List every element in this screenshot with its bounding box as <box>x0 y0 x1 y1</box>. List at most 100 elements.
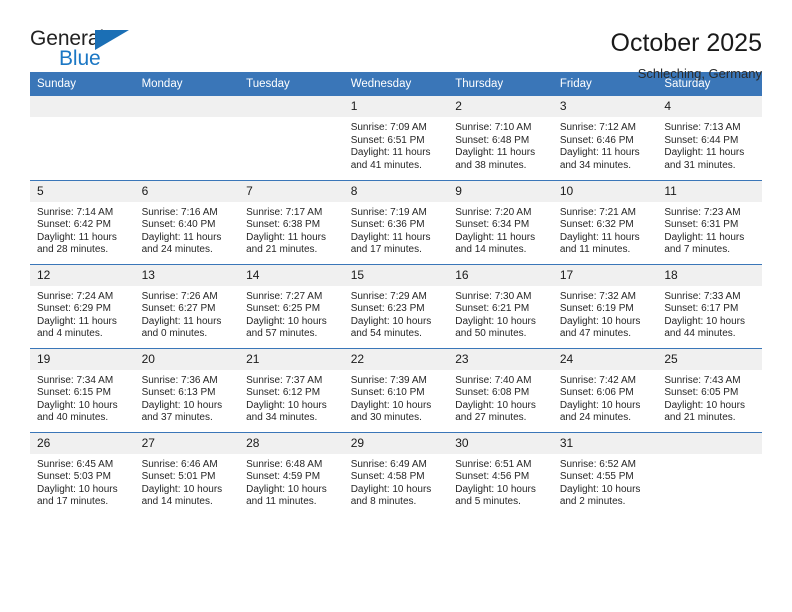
day-number: 9 <box>448 180 553 202</box>
calendar-day-cell[interactable]: 17 Sunrise: 7:32 AM Sunset: 6:19 PM Dayligh… <box>552 263 658 348</box>
sunset-text: Sunset: 6:32 PM <box>559 219 634 231</box>
calendar-day-cell[interactable]: 15 Sunrise: 7:29 AM Sunset: 6:23 PM Dayligh… <box>343 263 449 348</box>
day-number: 29 <box>343 432 449 454</box>
calendar-day-cell[interactable]: 30 Sunrise: 6:51 AM Sunset: 4:56 PM Dayligh… <box>448 431 553 516</box>
day-number: 5 <box>30 180 135 202</box>
sunrise-text: Sunrise: 7:42 AM <box>559 374 636 386</box>
calendar-day-cell[interactable]: 16 Sunrise: 7:30 AM Sunset: 6:21 PM Dayligh… <box>448 263 553 348</box>
brand-logo[interactable]: General Blue <box>30 28 150 74</box>
day-number: 18 <box>657 264 762 286</box>
sunrise-text: Sunrise: 6:52 AM <box>559 458 636 470</box>
sunset-text: Sunset: 6:19 PM <box>559 303 634 315</box>
sunrise-text: Sunrise: 7:27 AM <box>246 290 323 302</box>
sunrise-text: Sunrise: 7:12 AM <box>559 122 636 133</box>
daylight-text-line1: Daylight: 11 hours <box>455 147 536 159</box>
daylight-text-line2: and 37 minutes. <box>141 412 213 424</box>
sunset-text: Sunset: 6:48 PM <box>455 134 530 146</box>
daylight-text-line1: Daylight: 10 hours <box>559 315 641 327</box>
day-number: 6 <box>134 180 240 202</box>
sunrise-text: Sunrise: 7:43 AM <box>664 374 741 386</box>
day-number <box>134 96 240 117</box>
daylight-text-line2: and 17 minutes. <box>37 496 109 508</box>
day-details: Sunrise: 6:52 AM Sunset: 4:55 PM Daylight:… <box>553 454 658 509</box>
weekday-label: Thursday <box>455 78 504 90</box>
calendar-day-cell[interactable]: 23 Sunrise: 7:40 AM Sunset: 6:08 PM Dayligh… <box>448 347 553 432</box>
calendar-day-cell[interactable]: 10 Sunrise: 7:21 AM Sunset: 6:32 PM Dayligh… <box>552 179 658 264</box>
calendar-day-cell[interactable]: 26 Sunrise: 6:45 AM Sunset: 5:03 PM Dayligh… <box>30 431 135 516</box>
daylight-text-line2: and 34 minutes. <box>559 159 631 171</box>
weekday-header-tuesday: Tuesday <box>239 72 344 96</box>
calendar-day-cell[interactable]: 12 Sunrise: 7:24 AM Sunset: 6:29 PM Dayligh… <box>30 263 135 348</box>
daylight-text-line2: and 5 minutes. <box>455 496 521 508</box>
daylight-text-line1: Daylight: 10 hours <box>246 315 327 327</box>
sunrise-text: Sunrise: 7:33 AM <box>664 290 741 302</box>
daylight-text-line1: Daylight: 11 hours <box>37 231 117 243</box>
daylight-text-line1: Daylight: 11 hours <box>350 231 431 243</box>
calendar-day-cell[interactable]: 19 Sunrise: 7:34 AM Sunset: 6:15 PM Dayligh… <box>30 347 135 432</box>
calendar-day-cell[interactable]: 13 Sunrise: 7:26 AM Sunset: 6:27 PM Dayligh… <box>134 263 240 348</box>
calendar-week-row: 1 Sunrise: 7:09 AM Sunset: 6:51 PM Daylight… <box>30 96 762 180</box>
calendar-day-cell[interactable]: 21 Sunrise: 7:37 AM Sunset: 6:12 PM Dayligh… <box>239 347 344 432</box>
calendar-day-cell[interactable]: 1 Sunrise: 7:09 AM Sunset: 6:51 PM Daylight… <box>343 96 449 180</box>
daylight-text-line2: and 0 minutes. <box>141 328 208 340</box>
brand-name-blue: Blue <box>59 47 101 70</box>
sunrise-text: Sunrise: 7:14 AM <box>37 206 114 218</box>
sunrise-text: Sunrise: 7:39 AM <box>350 374 427 386</box>
daylight-text-line2: and 11 minutes. <box>559 244 631 256</box>
day-number: 22 <box>343 348 449 370</box>
daylight-text-line2: and 41 minutes. <box>350 159 422 171</box>
sunset-text: Sunset: 6:15 PM <box>37 387 111 399</box>
sunrise-text: Sunrise: 7:09 AM <box>350 122 427 133</box>
day-number: 13 <box>134 264 240 286</box>
daylight-text-line1: Daylight: 10 hours <box>37 399 118 411</box>
daylight-text-line1: Daylight: 10 hours <box>559 399 641 411</box>
calendar-day-cell[interactable]: 3 Sunrise: 7:12 AM Sunset: 6:46 PM Daylight… <box>552 96 658 180</box>
day-number: 7 <box>239 180 344 202</box>
daylight-text-line2: and 50 minutes. <box>455 328 527 340</box>
sunset-text: Sunset: 6:51 PM <box>350 134 425 146</box>
calendar-day-cell[interactable]: 27 Sunrise: 6:46 AM Sunset: 5:01 PM Dayligh… <box>134 431 240 516</box>
calendar-day-cell-empty <box>657 431 762 516</box>
day-number: 28 <box>239 432 344 454</box>
sunset-text: Sunset: 6:34 PM <box>455 219 530 231</box>
day-details: Sunrise: 6:46 AM Sunset: 5:01 PM Daylight:… <box>135 454 240 509</box>
day-number <box>657 432 762 454</box>
calendar-day-cell[interactable]: 20 Sunrise: 7:36 AM Sunset: 6:13 PM Dayligh… <box>134 347 240 432</box>
calendar-day-cell[interactable]: 4 Sunrise: 7:13 AM Sunset: 6:44 PM Daylight… <box>657 96 762 180</box>
calendar-page: General Blue October 2025 Schleching, Ge… <box>0 0 792 612</box>
weekday-label: Wednesday <box>350 78 412 90</box>
day-number: 8 <box>343 180 449 202</box>
sunrise-text: Sunrise: 6:51 AM <box>455 458 532 470</box>
calendar-day-cell[interactable]: 28 Sunrise: 6:48 AM Sunset: 4:59 PM Dayligh… <box>239 431 344 516</box>
calendar-day-cell[interactable]: 11 Sunrise: 7:23 AM Sunset: 6:31 PM Dayligh… <box>657 179 762 264</box>
sunset-text: Sunset: 6:06 PM <box>559 387 634 399</box>
calendar-day-cell[interactable]: 6 Sunrise: 7:16 AM Sunset: 6:40 PM Daylight… <box>134 179 240 264</box>
day-number: 2 <box>448 96 553 117</box>
calendar-day-cell[interactable]: 25 Sunrise: 7:43 AM Sunset: 6:05 PM Dayligh… <box>657 347 762 432</box>
calendar-day-cell[interactable]: 8 Sunrise: 7:19 AM Sunset: 6:36 PM Daylight… <box>343 179 449 264</box>
calendar-day-cell[interactable]: 22 Sunrise: 7:39 AM Sunset: 6:10 PM Dayligh… <box>343 347 449 432</box>
calendar-day-cell[interactable]: 31 Sunrise: 6:52 AM Sunset: 4:55 PM Dayligh… <box>552 431 658 516</box>
calendar-day-cell[interactable]: 9 Sunrise: 7:20 AM Sunset: 6:34 PM Daylight… <box>448 179 553 264</box>
weekday-label: Monday <box>141 78 183 90</box>
daylight-text-line1: Daylight: 11 hours <box>664 147 745 159</box>
sunset-text: Sunset: 6:17 PM <box>664 303 739 315</box>
brand-name-general: General <box>30 27 105 50</box>
daylight-text-line1: Daylight: 10 hours <box>455 483 536 495</box>
daylight-text-line2: and 40 minutes. <box>37 412 109 424</box>
calendar-day-cell[interactable]: 14 Sunrise: 7:27 AM Sunset: 6:25 PM Dayligh… <box>239 263 344 348</box>
calendar-day-cell[interactable]: 2 Sunrise: 7:10 AM Sunset: 6:48 PM Daylight… <box>448 96 553 180</box>
daylight-text-line2: and 8 minutes. <box>350 496 417 508</box>
calendar-day-cell[interactable]: 18 Sunrise: 7:33 AM Sunset: 6:17 PM Dayligh… <box>657 263 762 348</box>
sunset-text: Sunset: 5:03 PM <box>37 471 111 483</box>
day-details: Sunrise: 7:34 AM Sunset: 6:15 PM Daylight:… <box>30 370 135 425</box>
calendar-day-cell[interactable]: 24 Sunrise: 7:42 AM Sunset: 6:06 PM Dayligh… <box>552 347 658 432</box>
sunrise-text: Sunrise: 7:21 AM <box>559 206 636 218</box>
daylight-text-line2: and 54 minutes. <box>350 328 422 340</box>
calendar-day-cell[interactable]: 7 Sunrise: 7:17 AM Sunset: 6:38 PM Daylight… <box>239 179 344 264</box>
sunrise-text: Sunrise: 7:36 AM <box>141 374 218 386</box>
calendar-day-cell[interactable]: 29 Sunrise: 6:49 AM Sunset: 4:58 PM Dayligh… <box>343 431 449 516</box>
daylight-text-line2: and 57 minutes. <box>246 328 318 340</box>
weekday-label: Saturday <box>664 78 711 90</box>
calendar-day-cell[interactable]: 5 Sunrise: 7:14 AM Sunset: 6:42 PM Daylight… <box>30 179 135 264</box>
